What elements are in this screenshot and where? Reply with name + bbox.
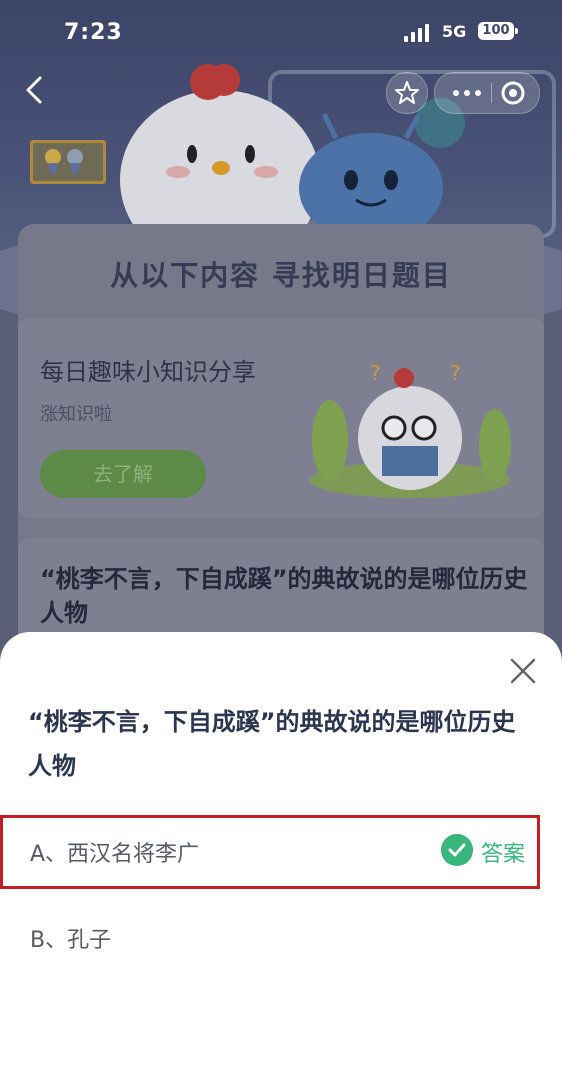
medal-frame-illustration bbox=[30, 140, 106, 184]
check-circle-icon bbox=[441, 834, 473, 866]
reading-chicken-illustration: ? ? bbox=[310, 361, 511, 498]
quiz-app: 7:23 5G 100 从以下内容 寻找明日题目 每日趣味小知识分享 涨知识啦 … bbox=[0, 0, 562, 1080]
record-circle-icon[interactable] bbox=[499, 79, 527, 107]
status-bar: 7:23 5G 100 bbox=[0, 0, 562, 64]
answer-badge-label: 答案 bbox=[481, 842, 526, 867]
network-label: 5G bbox=[442, 22, 467, 41]
signal-icon bbox=[404, 24, 432, 42]
svg-text:?: ? bbox=[450, 361, 461, 385]
question-text: “桃李不言，下自成蹊”的典故说的是哪位历史人物 bbox=[28, 708, 516, 780]
tip-subtitle: 涨知识啦 bbox=[40, 404, 112, 425]
question-preview-text: “桃李不言，下自成蹊”的典故说的是哪位历史人物 bbox=[40, 565, 528, 627]
battery-icon: 100 bbox=[478, 22, 518, 40]
chevron-left-icon[interactable] bbox=[18, 72, 54, 108]
learn-more-button[interactable]: 去了解 bbox=[40, 450, 206, 498]
status-time: 7:23 bbox=[64, 20, 123, 45]
svg-text:?: ? bbox=[370, 361, 381, 385]
section-title: 从以下内容 寻找明日题目 bbox=[110, 259, 452, 292]
tip-title: 每日趣味小知识分享 bbox=[40, 358, 256, 386]
favorite-button[interactable] bbox=[386, 72, 428, 114]
more-dots-icon[interactable] bbox=[447, 79, 487, 107]
mini-program-capsule bbox=[434, 72, 540, 114]
close-icon[interactable] bbox=[506, 654, 540, 688]
option-b-label[interactable]: B、孔子 bbox=[30, 922, 111, 954]
option-a-label[interactable]: A、西汉名将李广 bbox=[30, 836, 199, 868]
blob-mascot-illustration bbox=[299, 112, 443, 238]
capsule-divider bbox=[491, 83, 492, 103]
star-icon bbox=[395, 81, 419, 104]
